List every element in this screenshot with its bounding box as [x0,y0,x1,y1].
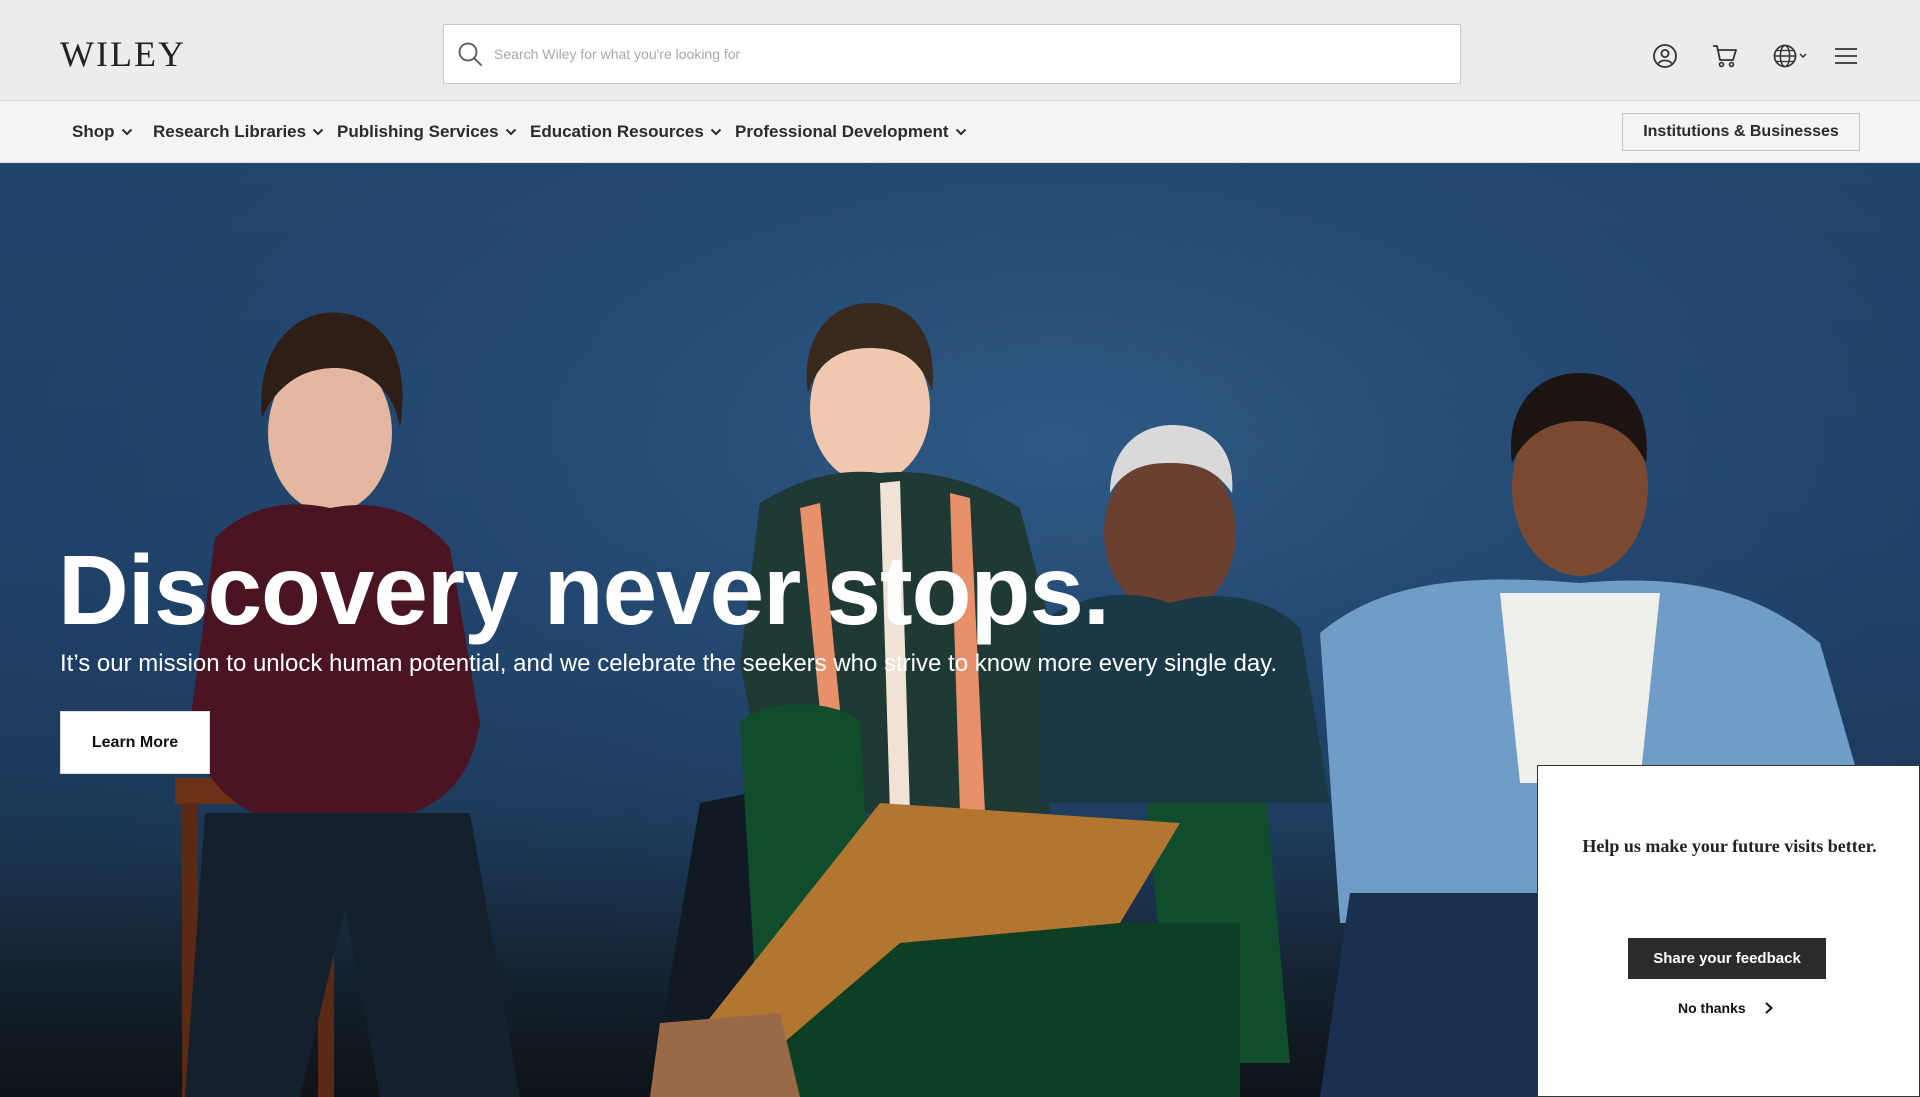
learn-more-button[interactable]: Learn More [60,711,210,774]
chevron-down-icon [955,128,966,136]
nav-item-education-resources[interactable]: Education Resources [530,121,722,143]
hero-title: Discovery never stops. [58,535,1110,645]
chevron-down-icon [710,128,722,136]
account-icon[interactable] [1651,42,1679,70]
nav-item-shop[interactable]: Shop [72,121,133,143]
chevron-down-icon [505,128,516,136]
search-icon[interactable] [456,40,484,68]
nav-item-professional-development[interactable]: Professional Development [735,121,967,143]
nav-item-label: Shop [72,122,115,141]
nav-item-label: Education Resources [530,122,704,141]
menu-icon[interactable] [1832,42,1860,70]
institutions-businesses-button[interactable]: Institutions & Businesses [1622,113,1860,151]
search-input[interactable] [494,25,1460,83]
no-thanks-label: No thanks [1678,1000,1746,1016]
chevron-down-icon [312,128,324,136]
nav-item-label: Professional Development [735,122,949,141]
feedback-popup: Help us make your future visits better. … [1537,765,1920,1097]
wiley-logo[interactable]: WILEY [60,34,186,74]
search-bar[interactable] [443,24,1461,84]
share-feedback-button[interactable]: Share your feedback [1628,938,1826,979]
nav-item-research-libraries[interactable]: Research Libraries [153,121,324,143]
no-thanks-link[interactable]: No thanks [1678,1000,1774,1016]
cart-icon[interactable] [1711,42,1739,70]
chevron-down-icon [121,128,132,136]
hero-subtitle: It’s our mission to unlock human potenti… [60,650,1278,677]
chevron-right-icon [1765,1002,1773,1014]
nav-item-label: Research Libraries [153,122,307,141]
nav-item-label: Publishing Services [337,122,499,141]
nav-item-publishing-services[interactable]: Publishing Services [337,121,517,143]
feedback-message: Help us make your future visits better. [1582,836,1877,856]
globe-icon[interactable] [1773,42,1809,70]
site-header: WILEY [0,0,1920,101]
